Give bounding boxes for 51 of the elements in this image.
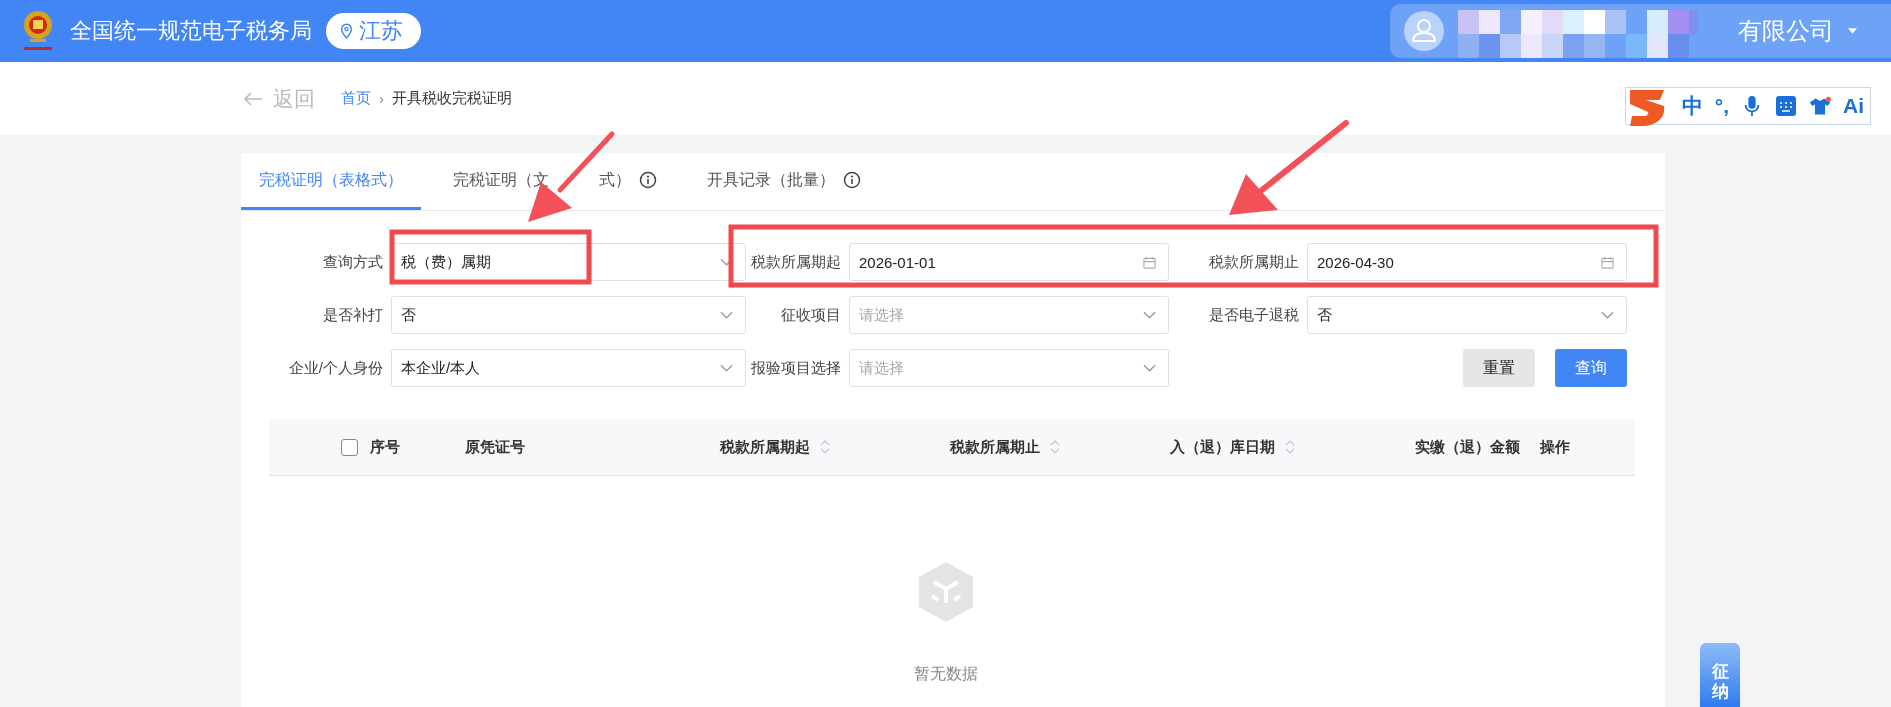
query-button[interactable]: 查询 xyxy=(1555,349,1627,387)
chevron-down-icon xyxy=(1143,364,1156,372)
field-label: 征收项目 xyxy=(780,305,842,325)
empty-message: 暂无数据 xyxy=(914,664,978,684)
chevron-down-icon xyxy=(1143,311,1156,319)
column-header: 操作 xyxy=(1540,437,1570,457)
column-header: 税款所属期起 xyxy=(720,437,810,457)
ai-label[interactable]: Ai xyxy=(1843,93,1864,118)
select-field[interactable]: 否 xyxy=(391,296,746,334)
keyboard-icon[interactable] xyxy=(1775,94,1797,117)
field-label: 税款所属期起 xyxy=(750,252,842,272)
tab[interactable]: 完税证明（表格式） xyxy=(241,153,421,210)
calendar-icon xyxy=(1143,255,1156,269)
ime-punctuation[interactable]: °, xyxy=(1714,93,1729,118)
date-field[interactable]: 2026-01-01 xyxy=(849,243,1169,281)
select-field[interactable]: 否 xyxy=(1307,296,1627,334)
column-header: 入（退）库日期 xyxy=(1170,437,1275,457)
arrow-left-icon xyxy=(243,91,263,106)
chevron-down-icon xyxy=(720,364,733,372)
site-title: 全国统一规范电子税务局 xyxy=(70,17,312,45)
field-label: 查询方式 xyxy=(322,252,384,272)
field-label: 企业/个人身份 xyxy=(287,358,384,378)
breadcrumb-link[interactable]: 首页 xyxy=(341,89,371,108)
chevron-down-icon xyxy=(1601,311,1614,319)
user-menu[interactable]: 有限公司 xyxy=(1390,4,1891,58)
field-label: 报验项目选择 xyxy=(750,358,842,378)
breadcrumb-current: 开具税收完税证明 xyxy=(392,89,512,108)
reset-button[interactable]: 重置 xyxy=(1463,349,1535,387)
select-field[interactable]: 本企业/本人 xyxy=(391,349,746,387)
avatar-icon xyxy=(1404,11,1444,51)
column-header: 实缴（退）金额 xyxy=(1415,437,1520,457)
empty-box-icon xyxy=(916,560,976,624)
location-pin-icon xyxy=(340,22,353,40)
date-field[interactable]: 2026-04-30 xyxy=(1307,243,1627,281)
shirt-icon[interactable] xyxy=(1809,94,1831,117)
caret-icon xyxy=(1848,28,1857,34)
side-tab[interactable]: 征纳 xyxy=(1700,643,1740,707)
field-label: 税款所属期止 xyxy=(1208,252,1300,272)
column-header: 原凭证号 xyxy=(465,437,525,457)
calendar-icon xyxy=(1601,255,1614,269)
breadcrumb-separator: › xyxy=(379,90,384,107)
tab[interactable]: 开具记录（批量） xyxy=(689,153,879,210)
ime-language[interactable]: 中 xyxy=(1681,91,1703,120)
field-label: 是否电子退税 xyxy=(1208,305,1300,325)
column-header: 税款所属期止 xyxy=(950,437,1040,457)
region-button[interactable]: 江苏 xyxy=(326,13,421,49)
select-all-checkbox[interactable] xyxy=(341,438,358,456)
chevron-down-icon xyxy=(720,311,733,319)
company-name: 有限公司 xyxy=(1738,16,1834,46)
column-header: 序号 xyxy=(370,437,400,457)
field-label: 是否补打 xyxy=(322,305,384,325)
